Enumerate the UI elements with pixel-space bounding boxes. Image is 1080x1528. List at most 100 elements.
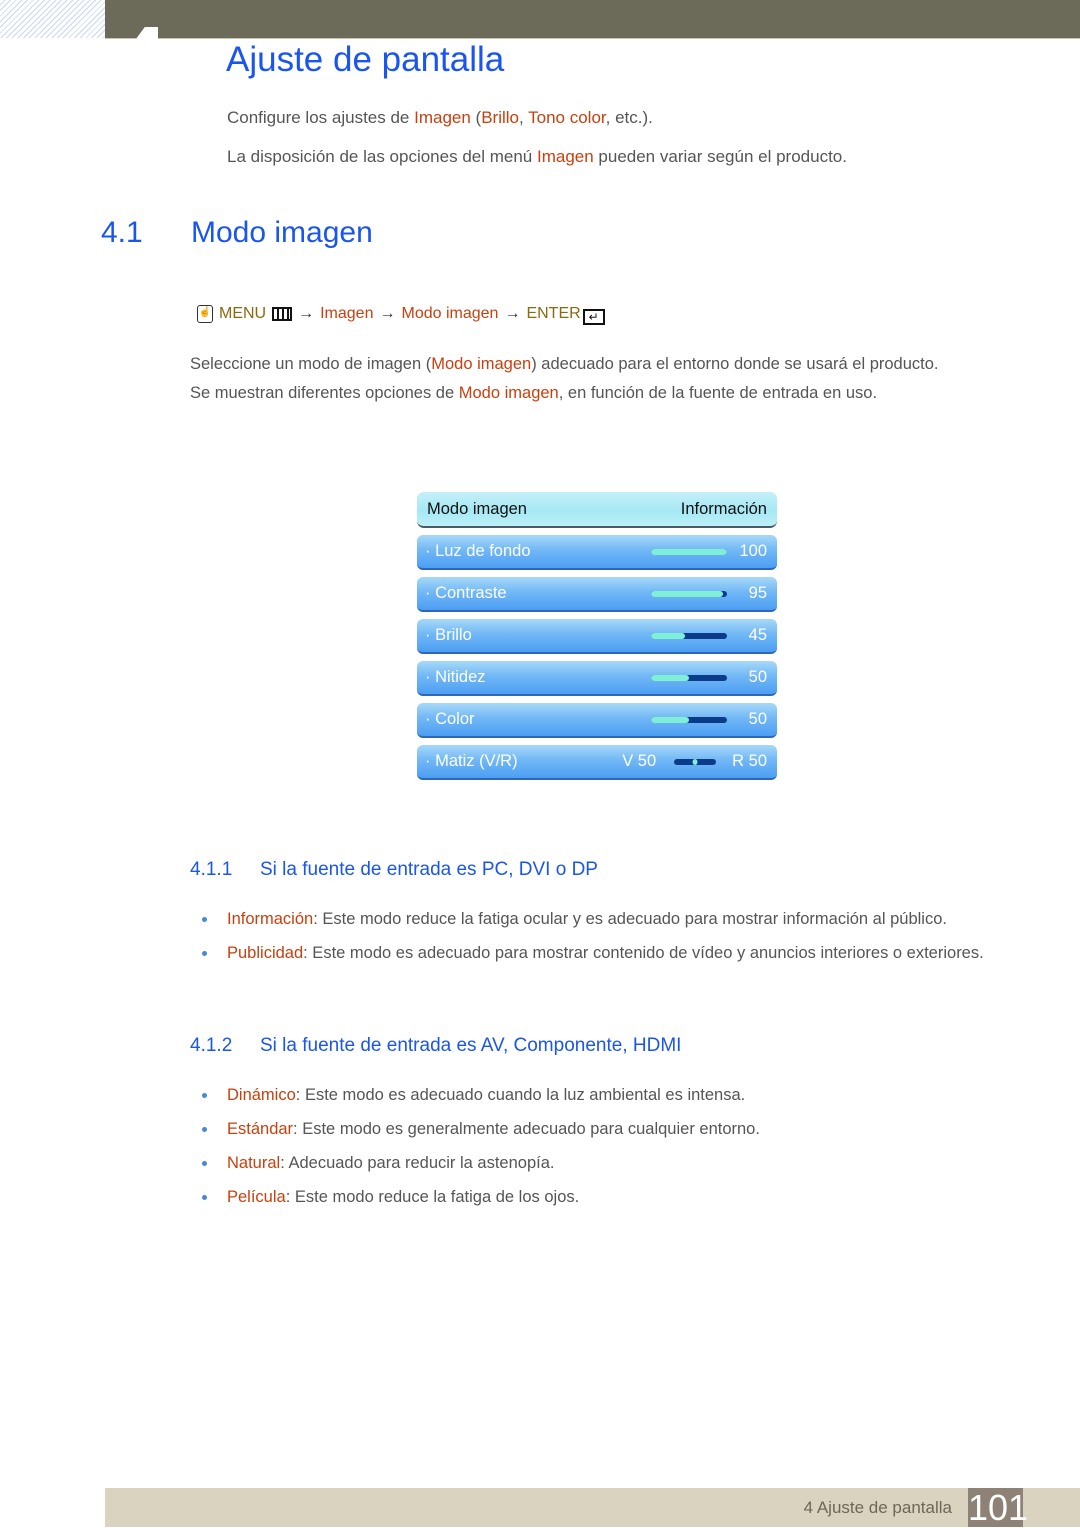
term-imagen: Imagen: [414, 108, 471, 127]
term-modo-imagen: Modo imagen: [458, 384, 559, 402]
list-item-text: : Este modo reduce la fatiga ocular y es…: [313, 910, 947, 928]
osd-row[interactable]: · Brillo 45: [417, 619, 777, 654]
osd-mode-selector[interactable]: Modo imagen Información: [417, 492, 777, 528]
list-item: Película: Este modo reduce la fatiga de …: [198, 1183, 1007, 1211]
bullet-icon: [202, 1127, 207, 1132]
enter-key-icon: ↵: [582, 309, 605, 325]
footer-chapter-label: 4 Ajuste de pantalla: [803, 1498, 952, 1517]
menu-button-icon: [272, 307, 293, 321]
osd-slider[interactable]: [651, 674, 727, 681]
osd-row-label: · Contraste: [425, 584, 507, 602]
menu-step-imagen: Imagen: [320, 305, 374, 322]
list-item-term: Natural: [227, 1154, 281, 1172]
bullet-icon: [202, 1195, 207, 1200]
list-item-text: : Este modo reduce la fatiga de los ojos…: [285, 1188, 580, 1206]
osd-mode-value: Información: [680, 499, 767, 518]
menu-path: ☝ MENU → Imagen → Modo imagen → ENTER ↵: [197, 303, 605, 325]
osd-slider[interactable]: [651, 590, 727, 597]
bullet-icon: [202, 1161, 207, 1166]
list-item-term: Dinámico: [227, 1086, 296, 1104]
osd-row-matiz[interactable]: · Matiz (V/R) V 50 R 50: [417, 745, 777, 780]
page-footer: 4 Ajuste de pantalla: [105, 1488, 1080, 1527]
osd-row-value: 100: [739, 542, 767, 560]
osd-row-label: · Matiz (V/R): [425, 752, 518, 770]
osd-slider[interactable]: [651, 632, 727, 639]
enter-label: ENTER: [526, 305, 581, 322]
osd-row-value: 50: [748, 710, 767, 728]
osd-picture-menu: Modo imagen Información · Luz de fondo 10…: [417, 492, 777, 780]
list-item-text: : Este modo es adecuado para mostrar con…: [303, 944, 984, 962]
term-brillo: Brillo: [481, 108, 519, 127]
menu-step-modo-imagen: Modo imagen: [401, 305, 499, 322]
description-text: Seleccione un modo de imagen (: [190, 355, 432, 373]
menu-label: MENU: [219, 305, 267, 322]
osd-row[interactable]: · Luz de fondo 100: [417, 535, 777, 570]
list-item: Natural: Adecuado para reducir la asteno…: [198, 1149, 1007, 1177]
osd-slider-fill: [651, 548, 727, 555]
osd-row-value: 50: [748, 668, 767, 686]
page-title: Ajuste de pantalla: [226, 40, 505, 79]
list-item: Estándar: Este modo es generalmente adec…: [198, 1115, 1007, 1143]
intro-text: La disposición de las opciones del menú: [227, 147, 537, 166]
hand-pointer-icon: ☝: [197, 305, 213, 323]
bullet-icon: [202, 917, 207, 922]
list-item-text: : Este modo es generalmente adecuado par…: [293, 1120, 760, 1138]
list-item: Publicidad: Este modo es adecuado para m…: [198, 939, 1007, 967]
list-item: Información: Este modo reduce la fatiga …: [198, 905, 1007, 933]
intro-text: ,: [519, 108, 529, 127]
bullet-icon: [202, 951, 207, 956]
osd-row-label: · Luz de fondo: [425, 542, 531, 560]
osd-row[interactable]: · Contraste 95: [417, 577, 777, 612]
osd-slider-fill: [651, 632, 686, 639]
osd-row-label: · Brillo: [425, 626, 472, 644]
description-text: ) adecuado para el entorno donde se usar…: [531, 355, 939, 373]
hue-slider[interactable]: [674, 758, 717, 765]
description-line-2: Se muestran diferentes opciones de Modo …: [190, 384, 877, 403]
section-number: 4.1: [101, 216, 143, 249]
osd-row[interactable]: · Color 50: [417, 703, 777, 738]
osd-row-label: · Color: [425, 710, 475, 728]
section-heading: 4.1 Modo imagen: [101, 216, 373, 250]
osd-row-value: 45: [748, 626, 767, 644]
intro-text: pueden variar según el producto.: [593, 147, 847, 166]
list-item-term: Estándar: [227, 1120, 294, 1138]
term-modo-imagen: Modo imagen: [431, 355, 532, 373]
subsection-heading: 4.1.1 Si la fuente de entrada es PC, DVI …: [190, 859, 598, 881]
subsection-title: Si la fuente de entrada es AV, Component…: [260, 1035, 682, 1056]
list-item: Dinámico: Este modo es adecuado cuando l…: [198, 1081, 1007, 1109]
intro-text: (: [470, 108, 482, 127]
osd-slider[interactable]: [651, 716, 727, 723]
subsection-number: 4.1.1: [190, 859, 233, 880]
osd-row-value: 95: [748, 584, 767, 602]
arrow-icon: →: [298, 305, 315, 322]
list-item-text: : Adecuado para reducir la astenopía.: [280, 1154, 555, 1172]
hue-green-value: V 50: [622, 752, 657, 770]
intro-line-1: Configure los ajustes de Imagen (Brillo,…: [227, 108, 653, 128]
osd-row[interactable]: · Nitidez 50: [417, 661, 777, 696]
description-line-1: Seleccione un modo de imagen (Modo image…: [190, 355, 939, 374]
osd-slider[interactable]: [651, 548, 727, 555]
arrow-icon: →: [504, 305, 521, 322]
list-item-term: Película: [227, 1188, 286, 1206]
subsection-title: Si la fuente de entrada es PC, DVI o DP: [260, 859, 598, 880]
arrow-icon: →: [379, 305, 396, 322]
intro-text: Configure los ajustes de: [227, 108, 415, 127]
osd-slider-fill: [651, 674, 689, 681]
intro-line-2: La disposición de las opciones del menú …: [227, 147, 847, 167]
osd-row-label: · Nitidez: [425, 668, 486, 686]
bullet-icon: [202, 1093, 207, 1098]
subsection-number: 4.1.2: [190, 1035, 233, 1056]
osd-mode-label: Modo imagen: [427, 499, 527, 518]
osd-slider-fill: [651, 590, 724, 597]
chapter-header-bar: [105, 0, 1080, 39]
section-title: Modo imagen: [191, 216, 373, 249]
list-item-term: Información: [227, 910, 314, 928]
header-hatch-decoration: [0, 0, 105, 38]
intro-text: , etc.).: [605, 108, 653, 127]
list-item-term: Publicidad: [227, 944, 304, 962]
hue-slider-knob[interactable]: [692, 758, 698, 765]
bullet-list: Dinámico: Este modo es adecuado cuando l…: [198, 1081, 1007, 1217]
description-text: , en función de la fuente de entrada en …: [558, 384, 878, 402]
hue-red-value: R 50: [732, 752, 767, 770]
term-imagen: Imagen: [536, 147, 594, 166]
